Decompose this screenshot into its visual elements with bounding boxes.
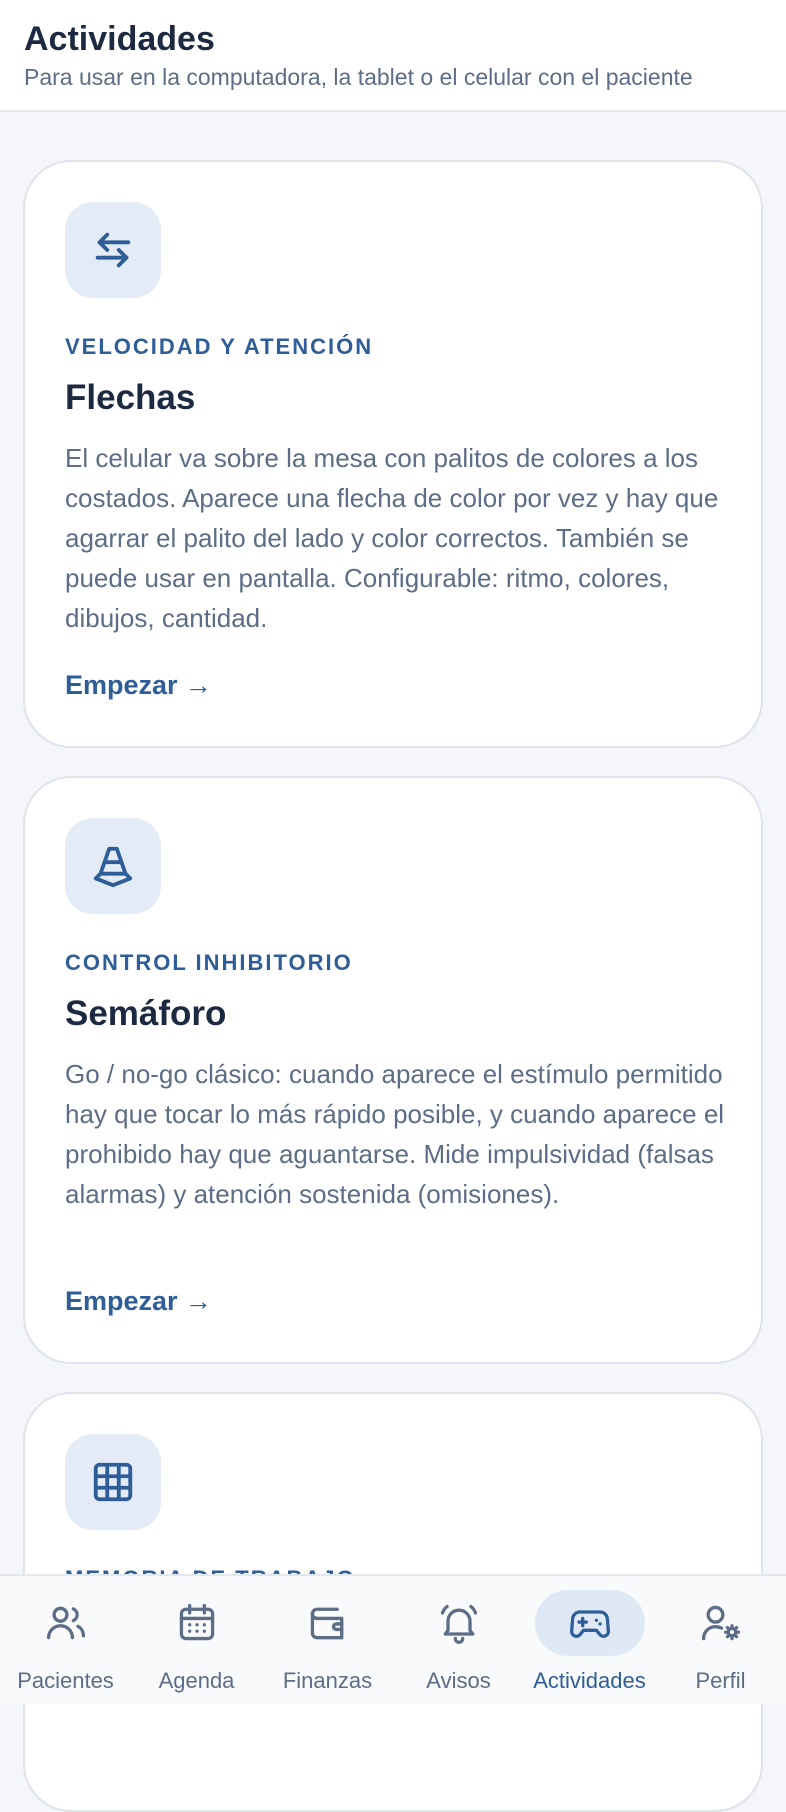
activity-category: CONTROL INHIBITORIO <box>65 950 353 975</box>
activity-title: Flechas <box>65 378 196 417</box>
nav-label: Finanzas <box>282 1668 373 1693</box>
activity-category: VELOCIDAD Y ATENCIÓN <box>65 334 374 359</box>
calendar-icon <box>179 1603 214 1641</box>
page-header: Actividades Para usar en la computadora,… <box>0 0 786 112</box>
wallet-icon <box>310 1607 343 1640</box>
activity-card-flechas[interactable]: VELOCIDAD Y ATENCIÓN Flechas El celular … <box>23 160 763 748</box>
bell-icon <box>440 1604 477 1644</box>
activity-icon-tile <box>65 202 161 298</box>
users-icon <box>46 1606 85 1640</box>
gamepad-icon <box>569 1610 610 1638</box>
nav-label: Avisos <box>426 1668 491 1693</box>
nav-label: Pacientes <box>17 1668 114 1693</box>
bottom-nav: Pacientes Agenda Finanzas Avisos Activid… <box>0 1574 786 1704</box>
nav-item-agenda[interactable]: Agenda <box>131 1576 262 1704</box>
page-title: Actividades <box>24 20 215 58</box>
grid-icon <box>93 1462 133 1502</box>
nav-item-pacientes[interactable]: Pacientes <box>0 1576 131 1704</box>
start-button[interactable]: Empezar → <box>65 670 212 701</box>
start-button[interactable]: Empezar → <box>65 1286 212 1317</box>
traffic-cone-icon <box>93 846 133 888</box>
activity-description: El celular va sobre la mesa con palitos … <box>65 443 719 633</box>
activity-icon-tile <box>65 1434 161 1530</box>
nav-label: Perfil <box>695 1668 746 1693</box>
activity-card-semaforo[interactable]: CONTROL INHIBITORIO Semáforo Go / no-go … <box>23 776 763 1364</box>
nav-item-finanzas[interactable]: Finanzas <box>262 1576 393 1704</box>
nav-item-perfil[interactable]: Perfil <box>655 1576 786 1704</box>
nav-label: Actividades <box>533 1668 646 1693</box>
arrows-exchange-icon <box>95 232 131 268</box>
nav-label: Agenda <box>158 1668 235 1693</box>
activity-title: Semáforo <box>65 994 227 1033</box>
activity-icon-tile <box>65 818 161 914</box>
nav-item-actividades[interactable]: Actividades <box>524 1576 655 1704</box>
nav-item-avisos[interactable]: Avisos <box>393 1576 524 1704</box>
activity-description: Go / no-go clásico: cuando aparece el es… <box>65 1059 725 1209</box>
user-settings-icon <box>701 1605 740 1641</box>
page-subtitle: Para usar en la computadora, la tablet o… <box>24 64 693 90</box>
